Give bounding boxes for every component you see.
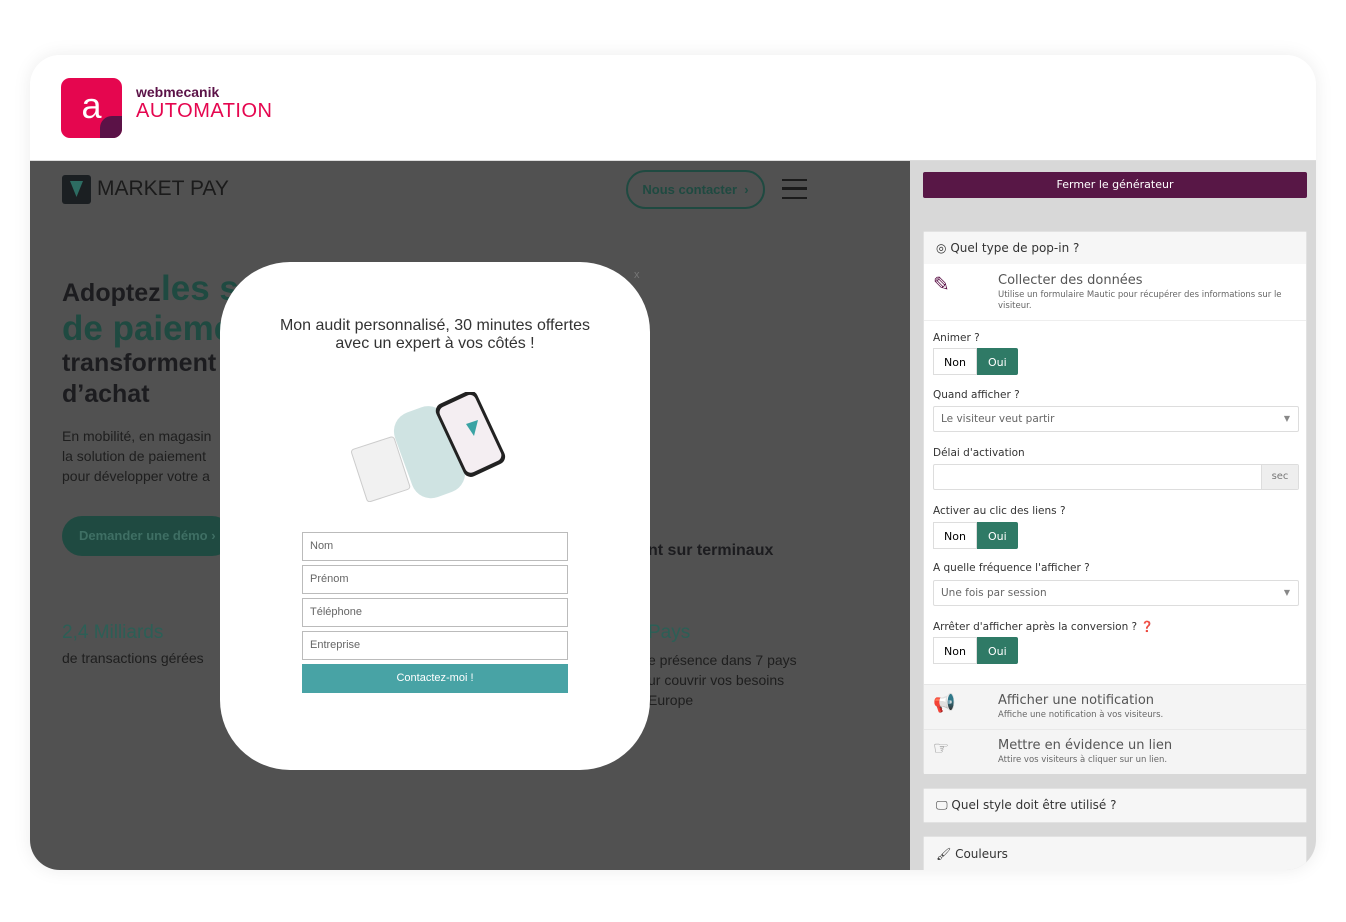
hero-description: En mobilité, en magasin la solution de pa… xyxy=(62,428,212,484)
animate-toggle[interactable]: Non Oui xyxy=(933,348,1018,375)
popin-type-panel: ◎ Quel type de pop-in ? ✎ Collecter des … xyxy=(923,231,1307,774)
section-title: Couleurs xyxy=(955,847,1008,861)
delay-unit: sec xyxy=(1261,465,1298,489)
option-desc: Utilise un formulaire Mautic pour récupé… xyxy=(998,290,1282,311)
demo-button[interactable]: Demander une démo › xyxy=(62,516,232,556)
brush-icon: 🖌 xyxy=(936,847,952,861)
popin-type-header[interactable]: ◎ Quel type de pop-in ? xyxy=(924,232,1306,264)
when-label: Quand afficher ? xyxy=(933,389,1020,401)
click-toggle[interactable]: Non Oui xyxy=(933,522,1018,549)
entreprise-input[interactable]: Entreprise xyxy=(302,631,568,660)
hand-pointer-icon: ☞ xyxy=(933,738,950,759)
webmecanik-logo: a xyxy=(61,78,122,138)
prenom-input[interactable]: Prénom xyxy=(302,565,568,594)
edit-icon: ✎ xyxy=(933,272,950,296)
header: a webmecanik AUTOMATION xyxy=(30,55,1316,161)
website-preview: MARKET PAY Nous contacter › Adoptez les … xyxy=(30,161,910,870)
popup-close-button[interactable]: x xyxy=(634,269,640,281)
option-name: Mettre en évidence un lien xyxy=(998,738,1173,753)
logo-letter: a xyxy=(81,85,102,126)
caret-down-icon: ▼ xyxy=(1283,588,1290,597)
stat-value: 2,4 Milliards xyxy=(62,622,164,643)
stop-toggle[interactable]: Non Oui xyxy=(933,637,1018,664)
market-pay-logo-icon xyxy=(62,175,91,204)
payment-terminal-image xyxy=(351,392,506,502)
popup-title: Mon audit personnalisé, 30 minutes offer… xyxy=(279,317,591,352)
delay-input[interactable]: sec xyxy=(933,464,1299,490)
monitor-icon: 🖵 xyxy=(936,798,948,812)
toggle-yes[interactable]: Oui xyxy=(976,348,1018,375)
style-panel[interactable]: 🖵 Quel style doit être utilisé ? xyxy=(923,788,1307,823)
megaphone-icon: 📢 xyxy=(933,693,956,714)
animate-label: Animer ? xyxy=(933,332,980,344)
hero-text: transforment l xyxy=(62,349,231,377)
option-desc: Affiche une notification à vos visiteurs… xyxy=(998,710,1164,720)
toggle-no[interactable]: Non xyxy=(933,348,977,375)
target-icon: ◎ xyxy=(936,241,947,255)
market-pay-logo-text: MARKET PAY xyxy=(97,177,229,200)
close-generator-button[interactable]: Fermer le générateur xyxy=(923,172,1307,198)
brand-product: AUTOMATION xyxy=(136,100,273,122)
help-icon[interactable]: ❓ xyxy=(1140,621,1153,633)
stat-label: e présence dans 7 pays ur couvrir vos bes… xyxy=(648,652,797,708)
freq-value: Une fois par session xyxy=(941,587,1047,599)
stat-label: de transactions gérées xyxy=(62,650,204,666)
option-notification[interactable]: 📢 Afficher une notification Affiche une … xyxy=(924,684,1306,729)
section-title: Quel type de pop-in ? xyxy=(950,241,1080,255)
toggle-yes[interactable]: Oui xyxy=(976,522,1018,549)
freq-select[interactable]: Une fois par session ▼ xyxy=(933,580,1299,606)
click-label: Activer au clic des liens ? xyxy=(933,505,1066,517)
contact-label: Nous contacter xyxy=(642,182,738,197)
when-value: Le visiteur veut partir xyxy=(941,413,1055,425)
stat-value: Pays xyxy=(648,622,691,643)
app-window: a webmecanik AUTOMATION MARKET PAY Nous … xyxy=(30,55,1316,870)
nom-input[interactable]: Nom xyxy=(302,532,568,561)
option-desc: Attire vos visiteurs à cliquer sur un li… xyxy=(998,755,1168,765)
caret-down-icon: ▼ xyxy=(1283,414,1290,423)
hero-text: de paieme xyxy=(62,309,234,348)
hero-text: Adoptez xyxy=(62,279,161,307)
option-name: Afficher une notification xyxy=(998,693,1155,708)
demo-label: Demander une démo xyxy=(79,528,208,543)
brand-name: webmecanik xyxy=(136,84,220,100)
toggle-yes[interactable]: Oui xyxy=(976,637,1018,664)
option-highlight-link[interactable]: ☞ Mettre en évidence un lien Attire vos … xyxy=(924,729,1306,774)
generator-sidebar: Fermer le générateur ◎ Quel type de pop-… xyxy=(910,161,1316,870)
delay-label: Délai d'activation xyxy=(933,447,1025,459)
toggle-no[interactable]: Non xyxy=(933,522,977,549)
section-title: Quel style doit être utilisé ? xyxy=(951,798,1117,812)
freq-label: A quelle fréquence l'afficher ? xyxy=(933,562,1090,574)
menu-icon[interactable] xyxy=(782,179,807,199)
when-select[interactable]: Le visiteur veut partir ▼ xyxy=(933,406,1299,432)
option-name: Collecter des données xyxy=(998,273,1143,288)
hero-text: d’achat xyxy=(62,380,150,408)
contact-button[interactable]: Nous contacter › xyxy=(626,170,765,209)
section-heading: nt sur terminaux xyxy=(648,542,774,559)
telephone-input[interactable]: Téléphone xyxy=(302,598,568,627)
toggle-no[interactable]: Non xyxy=(933,637,977,664)
option-collect-data[interactable]: ✎ Collecter des données Utilise un formu… xyxy=(924,264,1306,321)
colors-panel[interactable]: 🖌 Couleurs xyxy=(923,836,1307,870)
submit-button[interactable]: Contactez-moi ! xyxy=(302,664,568,693)
popup-preview: Mon audit personnalisé, 30 minutes offer… xyxy=(220,262,650,770)
stop-label: Arrêter d'afficher après la conversion ?… xyxy=(933,621,1154,633)
